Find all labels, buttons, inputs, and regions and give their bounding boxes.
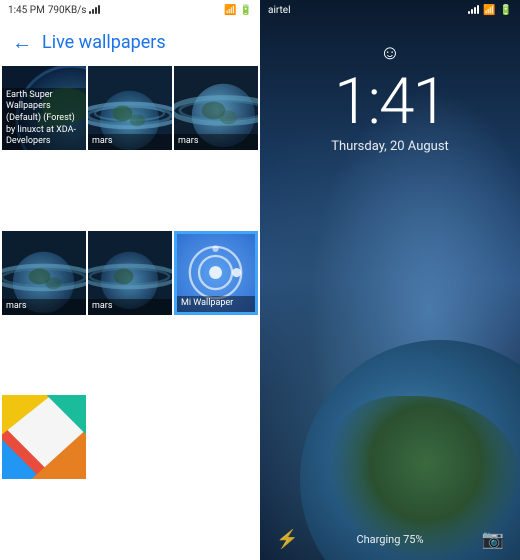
status-left: 1:45 PM 790KB/s bbox=[8, 4, 100, 17]
wifi-icon: 📶 bbox=[224, 5, 236, 16]
mars2-label: mars bbox=[174, 134, 258, 150]
grid-item-mars-1[interactable]: mars bbox=[88, 66, 172, 150]
left-panel: 1:45 PM 790KB/s 📶 🔋 ← Live wallpapers bbox=[0, 0, 260, 560]
wallpaper-grid: Earth Super Wallpapers (Default) (Forest… bbox=[0, 64, 260, 560]
grid-item-mars-3[interactable]: mars bbox=[2, 231, 86, 315]
mars4-label: mars bbox=[88, 299, 172, 315]
charging-text: Charging 75% bbox=[298, 533, 481, 546]
signal-icon bbox=[89, 4, 100, 17]
back-button[interactable]: ← bbox=[12, 30, 32, 55]
mars3-label: mars bbox=[2, 299, 86, 315]
right-wifi-icon: 📶 bbox=[483, 5, 495, 16]
grid-item-earth[interactable]: Earth Super Wallpapers (Default) (Forest… bbox=[2, 66, 86, 150]
flashlight-icon[interactable]: ⚡ bbox=[276, 529, 298, 550]
right-signal-icon bbox=[468, 4, 479, 17]
network-speed: 790KB/s bbox=[48, 5, 87, 16]
earth-label: Earth Super Wallpapers (Default) (Forest… bbox=[2, 88, 86, 150]
right-panel: airtel 📶 🔋 ☺ 1:41 Thursday, 20 August ⚡ … bbox=[260, 0, 520, 560]
right-status-icons: 📶 🔋 bbox=[468, 4, 512, 17]
grid-item-colorful[interactable] bbox=[2, 395, 86, 479]
left-header: ← Live wallpapers bbox=[0, 20, 260, 64]
battery-icon: 🔋 bbox=[240, 5, 252, 16]
lock-time: 1:41 bbox=[334, 70, 446, 134]
grid-item-mars-2[interactable]: mars bbox=[174, 66, 258, 150]
left-status-bar: 1:45 PM 790KB/s 📶 🔋 bbox=[0, 0, 260, 20]
time-display: 1:45 PM bbox=[8, 5, 45, 16]
status-right: 📶 🔋 bbox=[224, 5, 252, 16]
grid-item-mars-4[interactable]: mars bbox=[88, 231, 172, 315]
mars1-label: mars bbox=[88, 134, 172, 150]
colorful-thumb-svg bbox=[2, 395, 86, 479]
page-title: Live wallpapers bbox=[42, 32, 166, 53]
right-status-bar: airtel 📶 🔋 bbox=[260, 0, 520, 20]
smiley-icon: ☺ bbox=[380, 40, 400, 65]
right-battery-icon: 🔋 bbox=[500, 5, 512, 16]
lockscreen-bottom: ⚡ Charging 75% 📷 bbox=[260, 519, 520, 560]
lockscreen-content: ☺ 1:41 Thursday, 20 August bbox=[260, 20, 520, 519]
mi-label: Mi Wallpaper bbox=[177, 296, 255, 312]
grid-item-mi[interactable]: Mi Wallpaper bbox=[174, 231, 258, 315]
camera-icon[interactable]: 📷 bbox=[482, 529, 504, 550]
carrier-name: airtel bbox=[268, 5, 291, 16]
lock-date: Thursday, 20 August bbox=[331, 139, 449, 154]
